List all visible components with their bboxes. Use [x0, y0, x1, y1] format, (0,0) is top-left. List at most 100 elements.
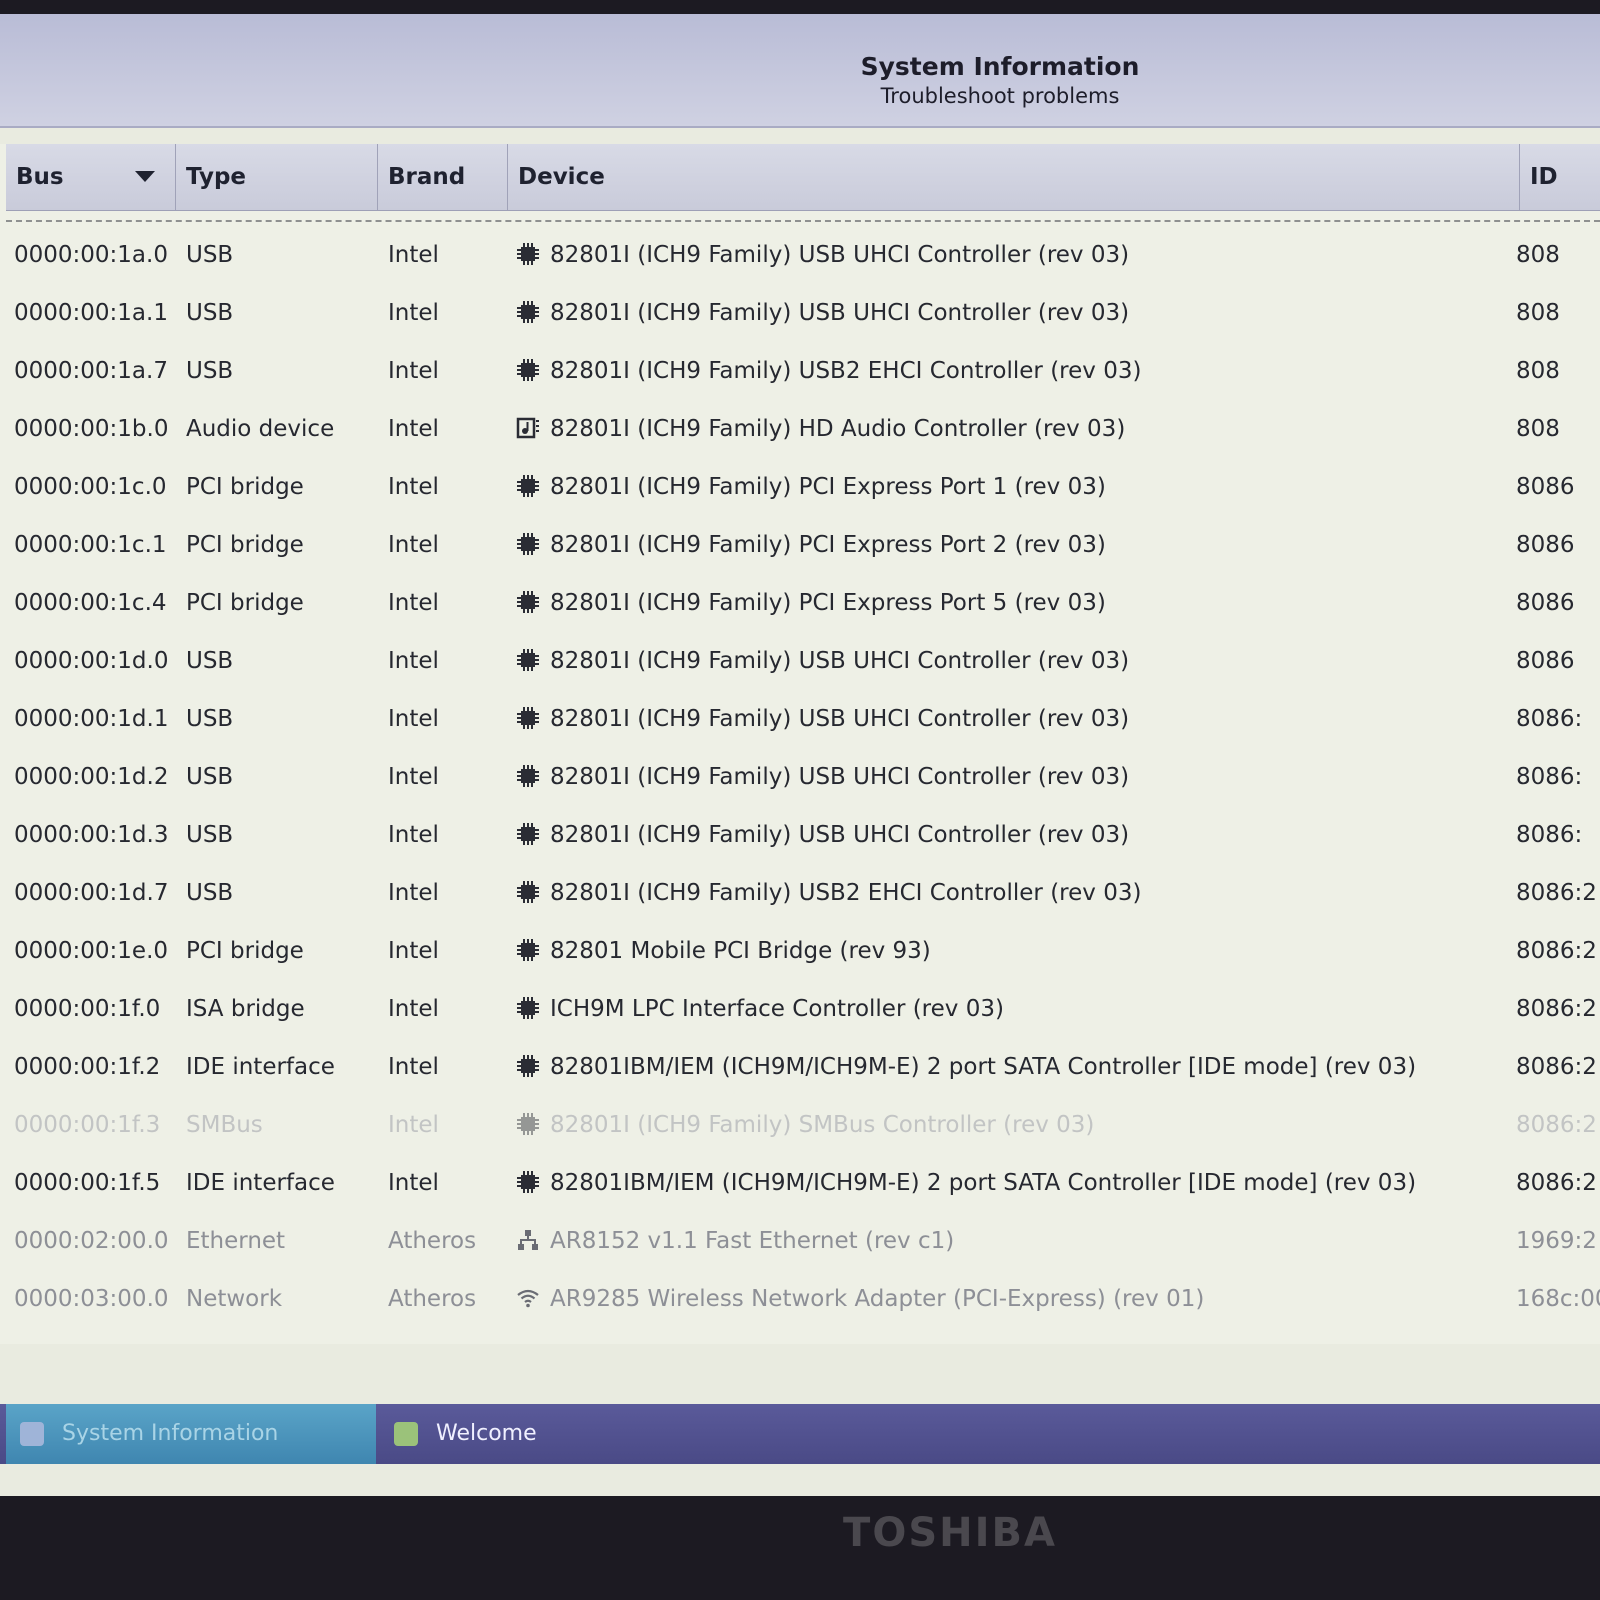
- chip-icon: [516, 938, 540, 962]
- table-row[interactable]: 0000:00:1c.0 PCI bridge Intel 82801I (ICH9 …: [6, 458, 1600, 516]
- bus-cell: 0000:00:1d.0: [14, 648, 169, 674]
- brand-cell: Intel: [388, 880, 439, 906]
- wifi-icon: [516, 1286, 540, 1310]
- brand-cell: Intel: [388, 590, 439, 616]
- id-cell: 1969:2: [1516, 1228, 1597, 1254]
- table-row[interactable]: 0000:00:1f.5 IDE interface Intel 82801IBM/I…: [6, 1154, 1600, 1212]
- device-cell: 82801I (ICH9 Family) PCI Express Port 5 …: [516, 590, 1106, 616]
- table-row[interactable]: 0000:00:1d.2 USB Intel 82801I (ICH9 Family)…: [6, 748, 1600, 806]
- bus-cell: 0000:00:1d.2: [14, 764, 169, 790]
- sort-down-icon: [135, 171, 155, 182]
- chip-icon: [516, 242, 540, 266]
- bus-cell: 0000:00:1d.3: [14, 822, 169, 848]
- id-cell: 8086: [1516, 590, 1575, 616]
- brand-cell: Intel: [388, 300, 439, 326]
- table-row[interactable]: 0000:00:1a.0 USB Intel 82801I (ICH9 Family)…: [6, 226, 1600, 284]
- device-cell: 82801I (ICH9 Family) PCI Express Port 1 …: [516, 474, 1106, 500]
- device-label: 82801I (ICH9 Family) USB UHCI Controller…: [550, 242, 1130, 268]
- id-cell: 8086:2: [1516, 938, 1597, 964]
- table-row[interactable]: 0000:00:1f.2 IDE interface Intel 82801IBM/I…: [6, 1038, 1600, 1096]
- table-row[interactable]: 0000:00:1a.1 USB Intel 82801I (ICH9 Family)…: [6, 284, 1600, 342]
- column-header-device[interactable]: Device: [508, 144, 1520, 210]
- screen: System Information Troubleshoot problems…: [0, 14, 1600, 1496]
- device-label: 82801I (ICH9 Family) USB UHCI Controller…: [550, 300, 1130, 326]
- bus-cell: 0000:00:1a.1: [14, 300, 168, 326]
- device-label: 82801I (ICH9 Family) USB2 EHCI Controlle…: [550, 880, 1142, 906]
- device-label: 82801I (ICH9 Family) SMBus Controller (r…: [550, 1112, 1095, 1138]
- bus-cell: 0000:00:1f.5: [14, 1170, 161, 1196]
- device-cell: 82801I (ICH9 Family) USB UHCI Controller…: [516, 822, 1129, 848]
- window-title: System Information: [860, 52, 1140, 81]
- brand-cell: Intel: [388, 996, 439, 1022]
- table-row[interactable]: 0000:00:1f.0 ISA bridge Intel ICH9M LPC Int…: [6, 980, 1600, 1038]
- audio-icon: [516, 416, 540, 440]
- taskbar-item-welcome[interactable]: Welcome: [380, 1404, 780, 1464]
- table-row[interactable]: 0000:02:00.0 Ethernet Atheros AR8152 v1.1 F…: [6, 1212, 1600, 1270]
- bus-cell: 0000:00:1f.2: [14, 1054, 161, 1080]
- device-label: 82801I (ICH9 Family) PCI Express Port 1 …: [550, 474, 1106, 500]
- device-label: 82801I (ICH9 Family) USB UHCI Controller…: [550, 706, 1130, 732]
- device-label: 82801I (ICH9 Family) USB UHCI Controller…: [550, 822, 1130, 848]
- brand-cell: Intel: [388, 474, 439, 500]
- bus-cell: 0000:00:1c.0: [14, 474, 167, 500]
- device-cell: AR9285 Wireless Network Adapter (PCI-Exp…: [516, 1286, 1204, 1312]
- type-cell: USB: [186, 880, 234, 906]
- table-row[interactable]: 0000:00:1d.1 USB Intel 82801I (ICH9 Family)…: [6, 690, 1600, 748]
- table-row[interactable]: 0000:00:1d.0 USB Intel 82801I (ICH9 Family)…: [6, 632, 1600, 690]
- brand-cell: Intel: [388, 706, 439, 732]
- device-label: 82801 Mobile PCI Bridge (rev 93): [550, 938, 931, 964]
- brand-cell: Intel: [388, 938, 439, 964]
- id-cell: 8086:2: [1516, 880, 1597, 906]
- device-cell: 82801I (ICH9 Family) HD Audio Controller…: [516, 416, 1125, 442]
- table-row[interactable]: 0000:00:1e.0 PCI bridge Intel 82801 Mobile …: [6, 922, 1600, 980]
- id-cell: 168c:00: [1516, 1286, 1600, 1312]
- chip-icon: [516, 1112, 540, 1136]
- table-row[interactable]: 0000:00:1d.7 USB Intel 82801I (ICH9 Family)…: [6, 864, 1600, 922]
- table-row[interactable]: 0000:00:1c.4 PCI bridge Intel 82801I (ICH9 …: [6, 574, 1600, 632]
- brand-cell: Intel: [388, 764, 439, 790]
- bus-cell: 0000:00:1d.7: [14, 880, 169, 906]
- bus-cell: 0000:00:1a.7: [14, 358, 168, 384]
- id-cell: 8086: [1516, 648, 1575, 674]
- chip-icon: [516, 532, 540, 556]
- window-titlebar: System Information Troubleshoot problems: [0, 14, 1600, 128]
- column-header-bus[interactable]: Bus: [6, 144, 176, 210]
- taskbar-item-system-information[interactable]: System Information: [6, 1404, 376, 1464]
- device-label: AR9285 Wireless Network Adapter (PCI-Exp…: [550, 1286, 1205, 1312]
- chip-icon: [516, 822, 540, 846]
- type-cell: PCI bridge: [186, 590, 304, 616]
- chip-icon: [516, 880, 540, 904]
- bus-cell: 0000:02:00.0: [14, 1228, 169, 1254]
- taskbar: System Information Welcome: [0, 1404, 1600, 1464]
- table-row[interactable]: 0000:00:1c.1 PCI bridge Intel 82801I (ICH9 …: [6, 516, 1600, 574]
- table-row[interactable]: 0000:00:1b.0 Audio device Intel 82801I (ICH…: [6, 400, 1600, 458]
- device-label: 82801IBM/IEM (ICH9M/ICH9M-E) 2 port SATA…: [550, 1054, 1417, 1080]
- bus-cell: 0000:03:00.0: [14, 1286, 169, 1312]
- type-cell: PCI bridge: [186, 474, 304, 500]
- bus-cell: 0000:00:1c.1: [14, 532, 167, 558]
- table-header: Bus Type Brand Device ID: [6, 144, 1600, 211]
- type-cell: IDE interface: [186, 1054, 335, 1080]
- table-row[interactable]: 0000:03:00.0 Network Atheros AR9285 Wireles…: [6, 1270, 1600, 1328]
- table-row[interactable]: 0000:00:1a.7 USB Intel 82801I (ICH9 Family)…: [6, 342, 1600, 400]
- column-header-brand[interactable]: Brand: [378, 144, 508, 210]
- id-cell: 8086:: [1516, 764, 1583, 790]
- id-cell: 8086: [1516, 474, 1575, 500]
- table-row[interactable]: 0000:00:1f.3 SMBus Intel 82801I (ICH9 Famil…: [6, 1096, 1600, 1154]
- type-cell: Network: [186, 1286, 283, 1312]
- brand-cell: Intel: [388, 416, 439, 442]
- column-header-type[interactable]: Type: [176, 144, 378, 210]
- type-cell: USB: [186, 242, 234, 268]
- id-cell: 8086:2: [1516, 1054, 1597, 1080]
- type-cell: USB: [186, 648, 234, 674]
- chip-icon: [516, 764, 540, 788]
- brand-cell: Intel: [388, 532, 439, 558]
- brand-cell: Intel: [388, 648, 439, 674]
- type-cell: PCI bridge: [186, 938, 304, 964]
- type-cell: ISA bridge: [186, 996, 305, 1022]
- column-header-id[interactable]: ID: [1520, 144, 1600, 210]
- device-cell: AR8152 v1.1 Fast Ethernet (rev c1): [516, 1228, 954, 1254]
- device-cell: 82801I (ICH9 Family) USB UHCI Controller…: [516, 242, 1129, 268]
- device-label: 82801I (ICH9 Family) USB UHCI Controller…: [550, 764, 1130, 790]
- table-row[interactable]: 0000:00:1d.3 USB Intel 82801I (ICH9 Family)…: [6, 806, 1600, 864]
